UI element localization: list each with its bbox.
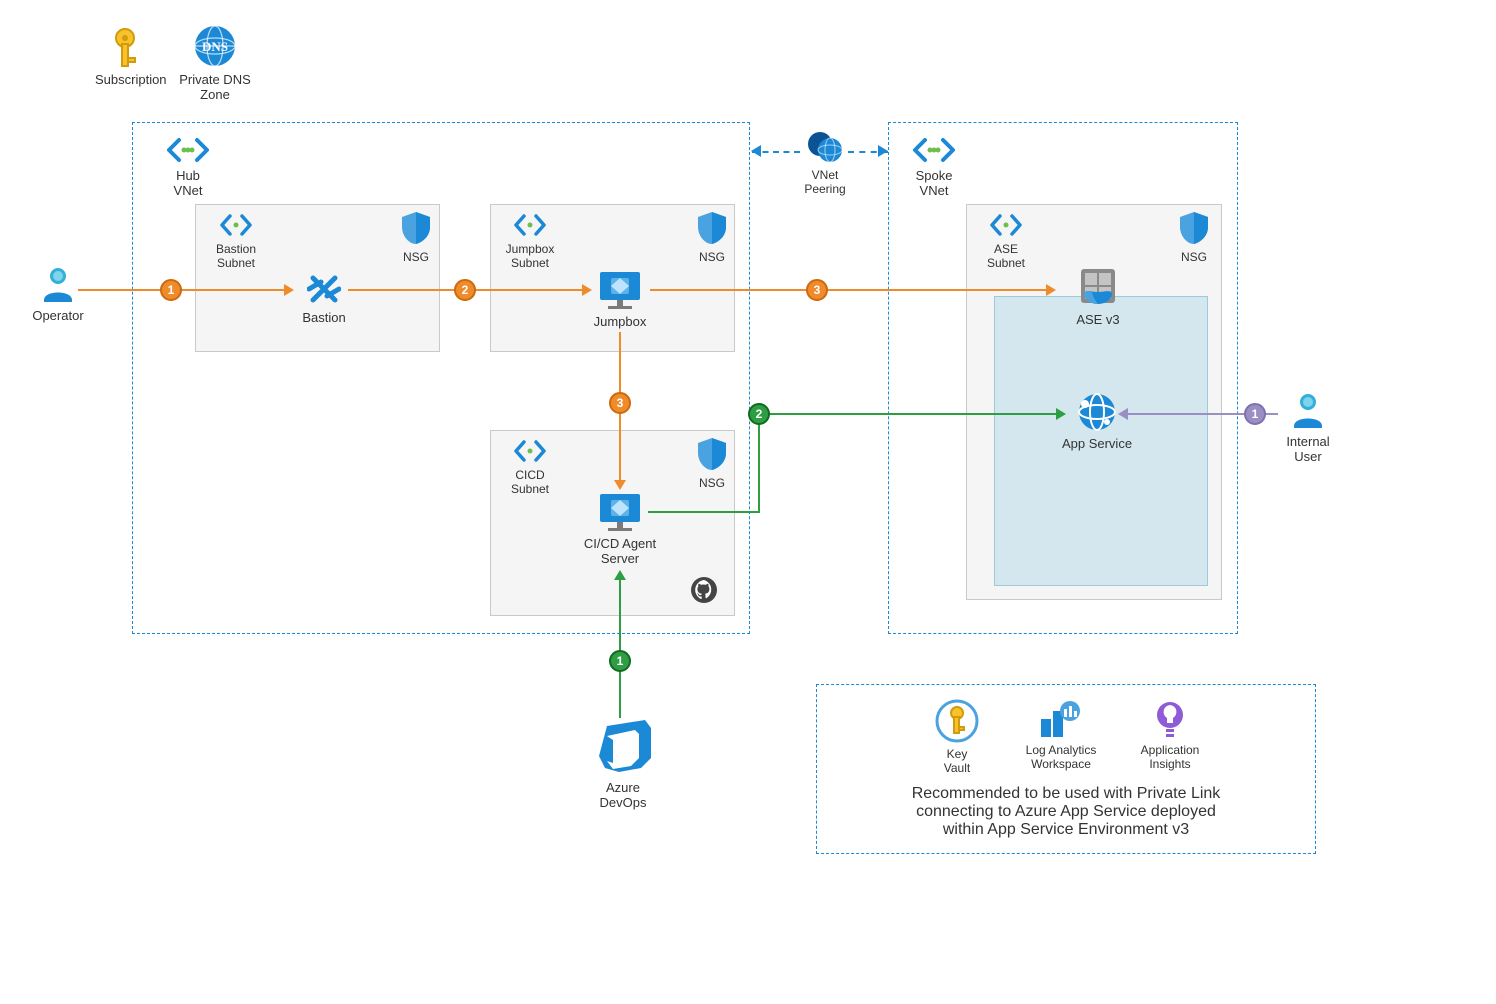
bastion-icon: Bastion [294,272,354,325]
internal-user-label: InternalUser [1278,434,1338,464]
step-op-3b: 3 [609,392,631,414]
github-icon [690,576,718,607]
dns-icon: Private DNSZone [175,24,255,102]
hub-vnet-label: HubVNet [158,168,218,198]
step-user-1: 1 [1244,403,1266,425]
peering-label: VNetPeering [800,168,850,196]
hub-vnet-icon: HubVNet [158,136,218,198]
nsg1-icon: NSG [394,210,438,264]
nsg1-label: NSG [394,250,438,264]
devops-icon: AzureDevOps [588,720,658,810]
arrow-devops-cicd [614,570,626,580]
flow-devops-cicd [619,580,621,718]
app-service-label: App Service [1052,436,1142,451]
bastion-subnet-icon: BastionSubnet [206,212,266,270]
jumpbox-subnet-icon: JumpboxSubnet [500,212,560,270]
operator-label: Operator [28,308,88,323]
step-op-2: 2 [454,279,476,301]
cicd-icon: CI/CD AgentServer [580,490,660,566]
dns-label: Private DNSZone [175,72,255,102]
flow-cicd-app-h2 [758,413,1058,415]
nsg3-label: NSG [690,476,734,490]
arrow-cicd-app [1056,408,1066,420]
nsg3-icon: NSG [690,436,734,490]
arrow-user-app [1118,408,1128,420]
cicd-subnet-label: CICDSubnet [500,468,560,496]
internal-user-icon: InternalUser [1278,392,1338,464]
keyvault-label: KeyVault [922,747,992,775]
cicd-subnet-icon: CICDSubnet [500,438,560,496]
devops-label: AzureDevOps [588,780,658,810]
subscription-label: Subscription [95,72,155,87]
nsg4-icon: NSG [1172,210,1216,264]
flow-jumpbox-ase [650,289,1048,291]
step-op-3: 3 [806,279,828,301]
ase-subnet-icon: ASESubnet [976,212,1036,270]
peering-icon: VNetPeering [800,130,850,196]
subscription-icon: Subscription [95,24,155,87]
nsg2-icon: NSG [690,210,734,264]
ase-icon: ASE v3 [1058,264,1138,327]
step-dev-1: 1 [609,650,631,672]
jumpbox-icon: Jumpbox [590,268,650,329]
flow-cicd-app-v [758,413,760,513]
spoke-vnet-label: SpokeVNet [904,168,964,198]
app-service-icon: App Service [1052,392,1142,451]
ase-label: ASE v3 [1058,312,1138,327]
flow-op-bastion [78,289,286,291]
recommend-box: KeyVault Log AnalyticsWorkspace Applicat… [816,684,1316,854]
peer-arrow-left [751,145,761,157]
ase-subnet-label: ASESubnet [976,242,1036,270]
step-op-1: 1 [160,279,182,301]
bastion-subnet-label: BastionSubnet [206,242,266,270]
nsg4-label: NSG [1172,250,1216,264]
app-insights-icon: ApplicationInsights [1130,699,1210,771]
flow-cicd-app-h1 [648,511,760,513]
cicd-label: CI/CD AgentServer [580,536,660,566]
log-analytics-icon: Log AnalyticsWorkspace [1016,699,1106,771]
arrow-jumpbox-ase [1046,284,1056,296]
arrow-bastion-jumpbox [582,284,592,296]
operator-icon: Operator [28,266,88,323]
arrow-op-bastion [284,284,294,296]
peer-arrow-right [878,145,888,157]
bastion-label: Bastion [294,310,354,325]
spoke-vnet-icon: SpokeVNet [904,136,964,198]
keyvault-icon: KeyVault [922,699,992,775]
step-dev-2: 2 [748,403,770,425]
jumpbox-label: Jumpbox [590,314,650,329]
log-analytics-label: Log AnalyticsWorkspace [1016,743,1106,771]
recommend-text: Recommended to be used with Private Link… [837,785,1295,839]
nsg2-label: NSG [690,250,734,264]
app-insights-label: ApplicationInsights [1130,743,1210,771]
arrow-jumpbox-cicd [614,480,626,490]
jumpbox-subnet-label: JumpboxSubnet [500,242,560,270]
